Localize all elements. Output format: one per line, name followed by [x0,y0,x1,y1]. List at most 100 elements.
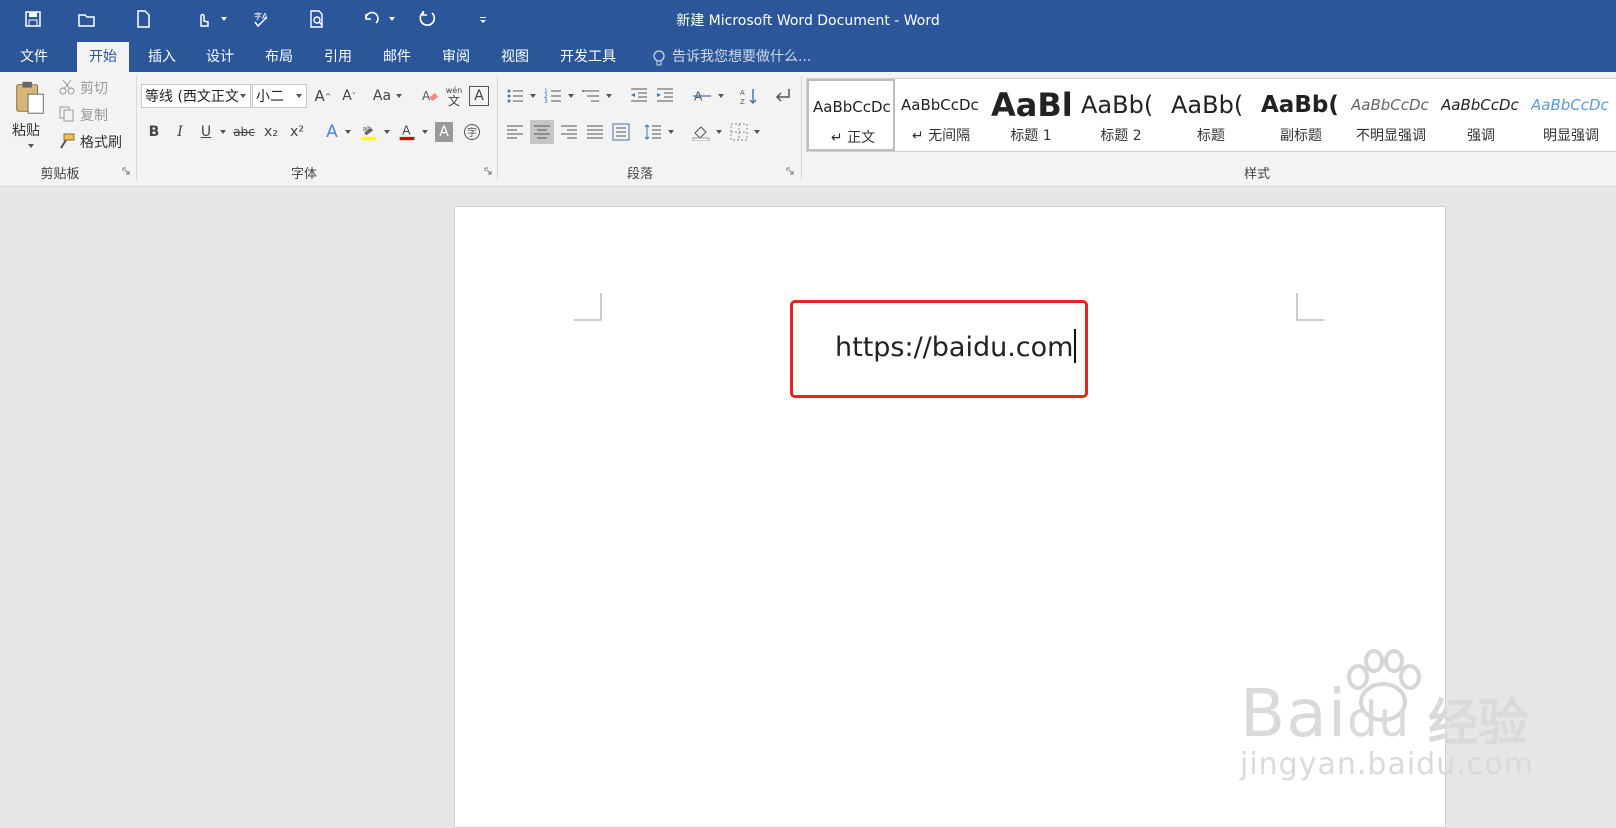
align-right-icon[interactable] [558,122,580,142]
multilevel-list-icon[interactable] [580,86,602,106]
style-intense-emphasis[interactable]: AaBbCcDc 明显强调 [1527,79,1615,151]
style-sample: AaBbCcDc [1351,96,1429,114]
character-shading-icon[interactable]: A [435,122,453,142]
chevron-down-icon[interactable] [754,130,760,134]
style-name: 强调 [1467,128,1495,144]
chevron-down-icon[interactable] [530,94,536,98]
watermark-brand-text: Bai [1240,675,1348,752]
styles-group-label: 样式 [1243,167,1270,182]
style-sample: AaBb( [1171,91,1244,119]
align-left-icon[interactable] [504,122,526,142]
clear-formatting-icon[interactable]: A [420,86,440,106]
chevron-down-icon[interactable] [668,130,674,134]
style-name: ↵ 正文 [830,130,876,146]
bold-button[interactable]: B [144,122,164,142]
character-border-icon[interactable]: A [469,86,489,106]
window-title: 新建 Microsoft Word Document - Word [676,13,940,29]
chevron-down-icon[interactable] [240,94,246,98]
style-heading-2[interactable]: AaBb( 标题 2 [1077,79,1165,151]
tab-file[interactable]: 文件 [8,42,60,72]
phonetic-guide-icon[interactable]: wén 文 [444,84,464,108]
strikethrough-button[interactable]: abc [232,122,256,142]
align-center-icon[interactable] [530,120,554,144]
tell-me-search[interactable]: 告诉我您想要做什么... [672,42,811,72]
chevron-down-icon[interactable] [220,130,226,134]
shading-icon[interactable] [690,122,712,142]
divider [136,76,137,180]
paste-button[interactable]: 粘贴 [12,120,40,140]
style-normal[interactable]: AaBbCcDc ↵ 正文 [807,79,895,151]
increase-indent-icon[interactable] [654,86,676,106]
show-marks-icon[interactable] [772,86,794,106]
bullets-icon[interactable] [504,86,526,106]
underline-button[interactable]: U [196,122,216,142]
shrink-font-icon[interactable]: Aˇ [338,86,360,106]
style-emphasis[interactable]: AaBbCcDc 强调 [1437,79,1525,151]
subscript-button[interactable]: x₂ [260,122,282,142]
justify-icon[interactable] [584,122,606,142]
tab-insert[interactable]: 插入 [136,42,188,72]
superscript-button[interactable]: x² [286,122,308,142]
cut-button[interactable]: 剪切 [80,78,108,98]
lightbulb-icon [653,50,665,66]
chevron-down-icon[interactable] [296,94,302,98]
copy-button[interactable]: 复制 [80,105,108,125]
font-color-icon[interactable]: A [396,120,418,144]
borders-icon[interactable] [728,122,750,142]
svg-text:Z: Z [740,98,745,105]
style-name: 不明显强调 [1356,128,1426,144]
paste-icon[interactable] [10,78,50,118]
style-heading-1[interactable]: AaBl 标题 1 [987,79,1075,151]
chevron-down-icon[interactable] [606,94,612,98]
highlight-color-icon[interactable]: ab [358,120,380,144]
style-subtle-emphasis[interactable]: AaBbCcDc 不明显强调 [1347,79,1435,151]
tab-mailings[interactable]: 邮件 [371,42,423,72]
dialog-launcher-icon[interactable] [786,167,794,175]
chevron-down-icon[interactable] [422,130,428,134]
svg-text:A: A [422,89,431,103]
enclose-characters-icon[interactable]: 字 [462,122,482,142]
tab-view[interactable]: 视图 [489,42,541,72]
copy-icon[interactable] [58,105,76,123]
tab-references[interactable]: 引用 [312,42,364,72]
chevron-down-icon[interactable] [718,94,724,98]
format-painter-button[interactable]: 格式刷 [80,132,122,152]
text-effects-icon[interactable]: A [322,122,342,142]
distributed-icon[interactable] [610,122,632,142]
style-sample: AaBbCcDc [901,96,979,114]
line-spacing-icon[interactable] [642,122,664,142]
tab-design[interactable]: 设计 [194,42,246,72]
sort-icon[interactable]: AZ [738,86,760,106]
grow-font-icon[interactable]: A ^ [312,86,334,106]
crop-mark-right [1296,293,1324,321]
numbering-icon[interactable]: 123 [542,86,564,106]
decrease-indent-icon[interactable] [628,86,650,106]
italic-button[interactable]: I [170,122,190,142]
chevron-down-icon[interactable] [716,130,722,134]
style-name: 标题 2 [1100,128,1142,144]
tab-review[interactable]: 审阅 [430,42,482,72]
styles-gallery: AaBbCcDc ↵ 正文 AaBbCcDc ↵ 无间隔 AaBl 标题 1 A… [806,78,1616,152]
chinese-layout-icon[interactable]: A [690,86,714,106]
dialog-launcher-icon[interactable] [122,167,130,175]
scissors-icon[interactable] [58,78,76,96]
font-name-combo[interactable]: 等线 (西文正文 [141,84,251,108]
style-sample: AaBbCcDc [1531,96,1609,114]
dialog-launcher-icon[interactable] [484,167,492,175]
change-case-button[interactable]: Aa [371,86,393,106]
tab-layout[interactable]: 布局 [253,42,305,72]
tab-developer[interactable]: 开发工具 [548,42,628,72]
chevron-down-icon[interactable] [396,94,402,98]
chevron-down-icon[interactable] [345,130,351,134]
document-text[interactable]: https://baidu.com [835,329,1076,363]
chevron-down-icon[interactable] [568,94,574,98]
chevron-down-icon[interactable] [384,130,390,134]
style-title[interactable]: AaBb( 标题 [1167,79,1255,151]
format-painter-icon[interactable] [58,132,76,150]
paragraph-group-label: 段落 [626,167,653,182]
watermark-brand-text-2: du [1347,692,1410,748]
chevron-down-icon[interactable] [28,144,34,148]
tab-home[interactable]: 开始 [77,42,129,72]
style-no-spacing[interactable]: AaBbCcDc ↵ 无间隔 [897,79,985,151]
style-subtitle[interactable]: AaBb( 副标题 [1257,79,1345,151]
